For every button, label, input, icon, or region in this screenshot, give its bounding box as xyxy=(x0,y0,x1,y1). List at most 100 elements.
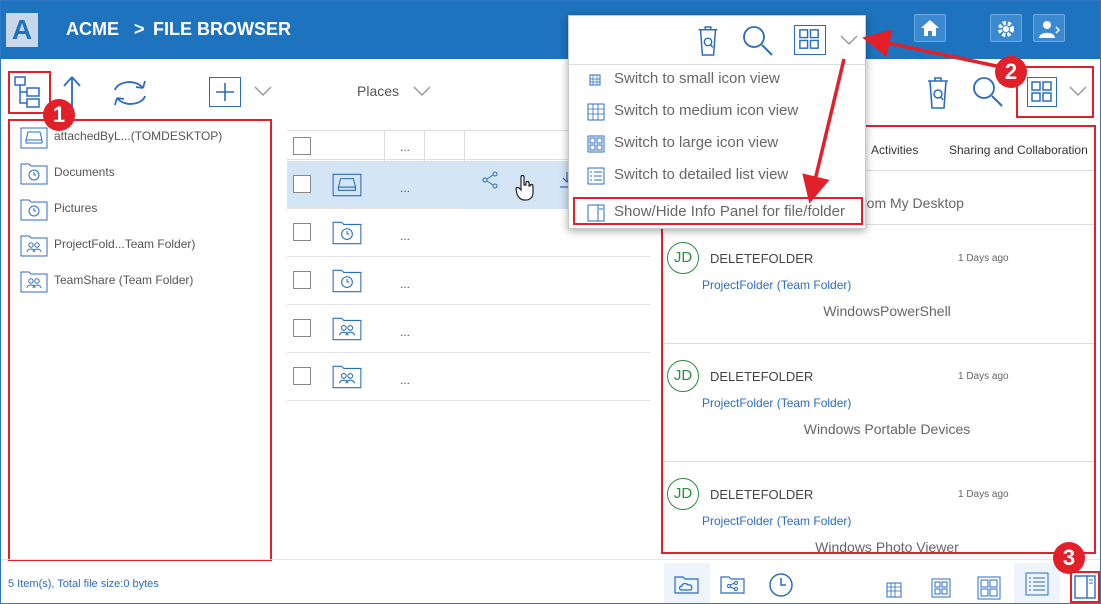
avatar: JD xyxy=(667,360,699,392)
tree-item-label: Documents xyxy=(54,165,115,179)
table-row[interactable]: ... xyxy=(287,305,651,353)
gear-icon xyxy=(998,21,1014,37)
refresh-button[interactable] xyxy=(109,76,151,110)
table-row[interactable]: ... xyxy=(287,353,651,401)
activity-folder-link[interactable]: ProjectFolder (Team Folder) xyxy=(702,278,851,292)
row-checkbox[interactable] xyxy=(293,319,311,337)
large-icon-view-icon xyxy=(799,29,819,49)
add-button[interactable] xyxy=(209,77,241,107)
activity-item: JD DELETEFOLDER 1 Days ago ProjectFolder (T… xyxy=(664,226,1094,344)
medium-icon-view-icon xyxy=(587,103,605,121)
annotation-badge-3: 3 xyxy=(1053,542,1085,574)
chevron-down-icon xyxy=(840,35,858,46)
view-menu-item-label: Switch to medium icon view xyxy=(614,102,799,119)
view-dropdown-button[interactable] xyxy=(1069,85,1087,97)
menu-view-toggle-button[interactable] xyxy=(794,25,826,55)
view-menu-item-label: Switch to small icon view xyxy=(614,70,780,87)
page-title: FILE BROWSER xyxy=(153,19,291,39)
avatar: JD xyxy=(667,242,699,274)
search-in-folder-button[interactable] xyxy=(923,75,953,111)
medium-icon-view-icon xyxy=(931,578,951,598)
menu-bin-search-button[interactable] xyxy=(694,24,722,58)
recent-view-button[interactable] xyxy=(758,563,804,603)
tree-item-label: Pictures xyxy=(54,201,98,215)
list-view-icon xyxy=(587,167,605,185)
header-bar: A ACME > FILE BROWSER xyxy=(1,1,1100,59)
tree-item-label: attachedByL...(TOMDESKTOP) xyxy=(54,129,223,143)
home-button[interactable] xyxy=(914,14,946,42)
share-icon[interactable] xyxy=(481,171,499,189)
medium-icon-view-button[interactable] xyxy=(931,578,951,598)
share-folder-icon xyxy=(720,576,745,594)
menu-search-button[interactable] xyxy=(741,24,775,58)
activity-action: DELETEFOLDER xyxy=(710,487,814,502)
row-name-cell: ... xyxy=(400,373,411,387)
activity-file-name: Windows Photo Viewer xyxy=(815,539,959,555)
places-dropdown-button[interactable] xyxy=(413,85,431,97)
team-folder-icon xyxy=(20,235,48,257)
activity-partial-text: rom My Desktop xyxy=(862,195,964,211)
annotation-badge-1: 1 xyxy=(43,99,75,131)
home-icon xyxy=(921,20,939,36)
large-icon-view-button[interactable] xyxy=(977,576,1001,600)
list-view-button[interactable] xyxy=(1014,563,1060,603)
activity-time: 1 Days ago xyxy=(958,371,1009,382)
user-icon xyxy=(1039,21,1060,38)
large-icon-view-icon xyxy=(587,135,605,153)
row-name-cell: ... xyxy=(400,325,411,339)
activity-item: JD DELETEFOLDER 1 Days ago ProjectFolder (T… xyxy=(664,344,1094,462)
info-panel-icon xyxy=(1074,575,1096,599)
drive-icon xyxy=(332,173,362,197)
activity-folder-link[interactable]: ProjectFolder (Team Folder) xyxy=(702,396,851,410)
activity-file-name: Windows Portable Devices xyxy=(803,421,971,437)
row-name-cell: ... xyxy=(400,229,411,243)
list-view-icon xyxy=(1025,572,1049,596)
activity-time: 1 Days ago xyxy=(958,489,1009,500)
tab-sharing-collaboration[interactable]: Sharing and Collaboration xyxy=(949,143,1088,157)
row-name-cell: ... xyxy=(400,277,411,291)
tab-activities[interactable]: Activities xyxy=(871,143,918,157)
search-icon xyxy=(743,26,773,56)
row-checkbox[interactable] xyxy=(293,271,311,289)
user-menu-button[interactable] xyxy=(1033,14,1065,42)
view-menu-item-label: Switch to large icon view xyxy=(614,134,779,151)
activity-folder-link[interactable]: ProjectFolder (Team Folder) xyxy=(702,514,851,528)
history-folder-icon xyxy=(20,163,48,185)
team-folder-icon xyxy=(332,317,362,341)
table-row[interactable]: ... xyxy=(287,257,651,305)
add-icon xyxy=(216,83,234,101)
row-checkbox[interactable] xyxy=(293,223,311,241)
settings-button[interactable] xyxy=(990,14,1022,42)
history-folder-icon xyxy=(20,199,48,221)
large-icon-view-icon xyxy=(977,576,1001,600)
bin-search-icon xyxy=(928,77,948,109)
large-icon-view-icon xyxy=(1031,81,1052,102)
menu-chevron-button[interactable] xyxy=(840,34,858,46)
view-toggle-button[interactable] xyxy=(1027,77,1057,107)
cloud-view-button[interactable] xyxy=(664,563,710,603)
small-icon-view-icon xyxy=(589,74,601,86)
shared-view-button[interactable] xyxy=(710,563,756,603)
annotation-box-info-panel-option xyxy=(573,197,863,225)
brand-name[interactable]: ACME xyxy=(66,19,119,40)
breadcrumb-separator: > xyxy=(134,19,145,39)
activity-time: 1 Days ago xyxy=(958,253,1009,264)
chevron-down-icon xyxy=(254,86,272,97)
clock-icon xyxy=(769,573,793,597)
small-icon-view-icon xyxy=(886,582,902,598)
app-window: A ACME > FILE BROWSER Places attachedByL… xyxy=(0,0,1101,604)
add-dropdown-button[interactable] xyxy=(254,85,272,97)
team-folder-icon xyxy=(332,365,362,389)
places-label[interactable]: Places xyxy=(357,83,399,99)
column-header-name[interactable]: ... xyxy=(400,140,410,154)
select-all-checkbox[interactable] xyxy=(293,137,311,155)
app-logo: A xyxy=(6,13,38,47)
row-checkbox[interactable] xyxy=(293,367,311,385)
annotation-badge-2: 2 xyxy=(995,56,1027,88)
team-folder-icon xyxy=(20,271,48,293)
row-checkbox[interactable] xyxy=(293,175,311,193)
small-icon-view-button[interactable] xyxy=(886,582,902,598)
info-panel-toggle-button[interactable] xyxy=(1074,575,1096,599)
tree-item-label: TeamShare (Team Folder) xyxy=(54,273,194,287)
status-bar-text: 5 Item(s), Total file size:0 bytes xyxy=(8,578,159,590)
